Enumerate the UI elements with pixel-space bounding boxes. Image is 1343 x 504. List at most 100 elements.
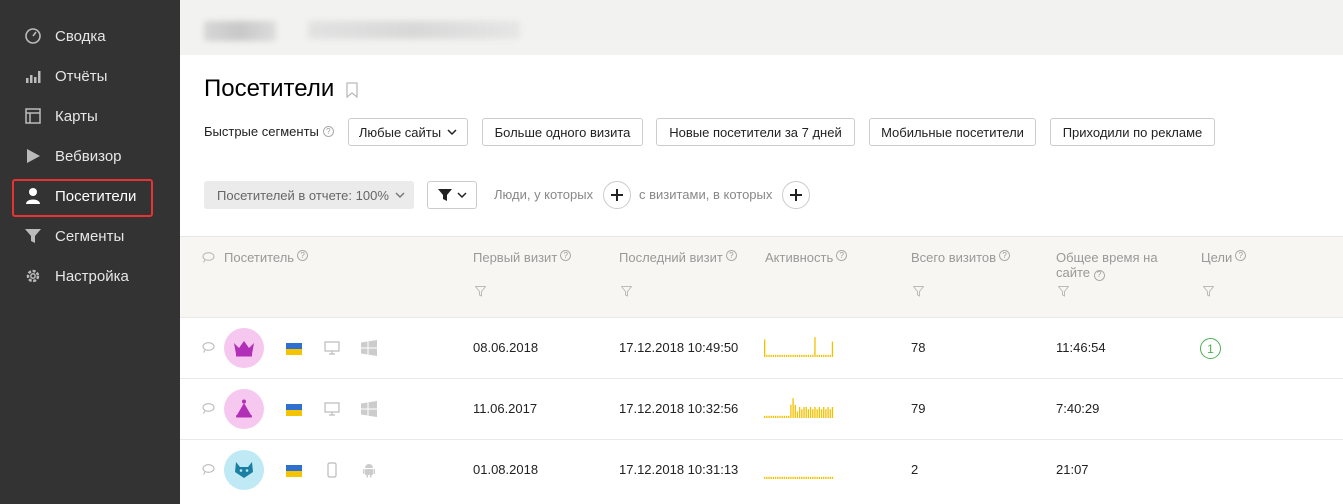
column-header-activity[interactable]: Активность ?	[765, 250, 848, 265]
page-title: Посетители	[204, 75, 335, 102]
activity-bar	[805, 354, 807, 357]
add-people-condition-button[interactable]	[603, 181, 631, 209]
activity-bar	[812, 354, 814, 357]
total-time-cell: 21:07	[1056, 462, 1089, 477]
help-icon[interactable]: ?	[1093, 269, 1105, 281]
sidebar-item-label: Карты	[55, 107, 98, 125]
filter-type-dropdown[interactable]	[427, 181, 477, 209]
flag-ukraine-icon	[286, 343, 302, 355]
activity-bar	[794, 354, 796, 357]
first-visit-cell: 01.08.2018	[473, 462, 539, 477]
sidebar-item-segments[interactable]: Сегменты	[0, 220, 180, 252]
column-header-last-visit[interactable]: Последний визит ?	[619, 250, 737, 265]
activity-bar	[781, 415, 783, 418]
activity-bar	[816, 354, 818, 357]
activity-bar	[827, 476, 829, 479]
plus-icon	[611, 189, 623, 201]
activity-bar	[801, 354, 803, 357]
help-icon[interactable]: ?	[560, 250, 572, 261]
segment-button-label: Мобильные посетители	[881, 124, 1024, 140]
column-header-visitor[interactable]: Посетитель ?	[202, 250, 309, 265]
activity-sparkline	[764, 476, 834, 479]
sample-size-dropdown[interactable]: Посетителей в отчете: 100%	[204, 181, 414, 209]
comment-icon[interactable]	[202, 464, 215, 475]
last-visit-cell: 17.12.2018 10:49:50	[619, 340, 739, 355]
activity-bar	[825, 354, 827, 357]
funnel-icon	[24, 227, 42, 245]
avatar[interactable]	[224, 328, 264, 368]
activity-bar	[831, 407, 834, 418]
activity-bar	[770, 415, 772, 418]
activity-bar	[814, 337, 816, 357]
activity-bar	[796, 476, 799, 479]
column-header-total-time[interactable]: Общее время на сайте ?	[1056, 250, 1166, 281]
sidebar-item-maps[interactable]: Карты	[0, 100, 180, 132]
segment-mobile-visitors-button[interactable]: Мобильные посетители	[869, 118, 1036, 146]
segment-button-label: Новые посетители за 7 дней	[669, 124, 842, 140]
activity-bar	[774, 354, 777, 357]
activity-bar	[781, 476, 783, 479]
activity-bar	[818, 476, 820, 479]
filter-icon[interactable]	[1203, 286, 1214, 297]
help-icon[interactable]: ?	[322, 126, 334, 137]
column-header-first-visit[interactable]: Первый визит ?	[473, 250, 572, 265]
chevron-down-icon	[456, 191, 467, 198]
segment-from-ads-button[interactable]: Приходили по рекламе	[1050, 118, 1215, 146]
cat-icon	[235, 462, 253, 478]
table-row[interactable]: 11.06.2017 17.12.2018 10:32:56 79 7:40:2…	[180, 378, 1343, 439]
table-row[interactable]: 08.06.2018 17.12.2018 10:49:50 78 11:46:…	[180, 317, 1343, 378]
activity-bar	[781, 354, 783, 357]
column-header-total-visits[interactable]: Всего визитов ?	[911, 250, 1011, 265]
segment-new-visitors-button[interactable]: Новые посетители за 7 дней	[656, 118, 855, 146]
plus-icon	[790, 189, 802, 201]
gear-icon	[24, 267, 42, 285]
comment-icon[interactable]	[202, 403, 215, 414]
activity-bar	[818, 354, 820, 357]
sidebar-item-webvisor[interactable]: Вебвизор	[0, 140, 180, 172]
segment-more-than-one-visit-button[interactable]: Больше одного визита	[482, 118, 643, 146]
help-icon[interactable]: ?	[999, 250, 1011, 261]
column-header-goals[interactable]: Цели ?	[1201, 250, 1247, 265]
segment-any-sites-dropdown[interactable]: Любые сайты	[348, 118, 468, 146]
bookmark-icon[interactable]	[346, 82, 358, 101]
activity-bar	[792, 354, 794, 357]
column-header-label: Посетитель	[224, 250, 295, 265]
activity-bar	[785, 415, 788, 418]
sidebar-item-reports[interactable]: Отчёты	[0, 60, 180, 92]
avatar[interactable]	[224, 450, 264, 490]
filter-icon[interactable]	[475, 286, 486, 297]
last-visit-cell: 17.12.2018 10:31:13	[619, 462, 739, 477]
add-visits-condition-button[interactable]	[782, 181, 810, 209]
help-icon[interactable]: ?	[297, 250, 309, 261]
filter-icon[interactable]	[621, 286, 632, 297]
avatar[interactable]	[224, 389, 264, 429]
filter-icon[interactable]	[913, 286, 924, 297]
chevron-down-icon	[447, 128, 457, 135]
goals-badge[interactable]: 1	[1200, 338, 1221, 359]
activity-bar	[783, 354, 785, 357]
chevron-down-icon	[395, 191, 405, 198]
sidebar-item-summary[interactable]: Сводка	[0, 20, 180, 52]
help-icon[interactable]: ?	[725, 250, 737, 261]
segment-button-label: Любые сайты	[358, 124, 442, 140]
quick-segments-text: Быстрые сегменты	[204, 124, 319, 139]
table-row[interactable]: 01.08.2018 17.12.2018 10:31:13 2 21:07	[180, 439, 1343, 504]
bar-chart-icon	[24, 67, 42, 85]
activity-bar	[774, 415, 777, 418]
activity-bar	[774, 476, 777, 479]
sidebar-item-settings[interactable]: Настройка	[0, 260, 180, 292]
desktop-icon	[324, 341, 340, 355]
activity-bar	[794, 476, 796, 479]
help-icon[interactable]: ?	[836, 250, 848, 261]
activity-bar	[807, 409, 810, 418]
activity-bar	[792, 398, 794, 418]
filter-icon[interactable]	[1058, 286, 1069, 297]
activity-sparkline	[764, 398, 834, 418]
sidebar-item-label: Вебвизор	[55, 147, 122, 165]
activity-bar	[788, 415, 790, 418]
comment-icon[interactable]	[202, 342, 215, 353]
sample-size-label: Посетителей в отчете: 100%	[217, 187, 389, 203]
last-visit-cell: 17.12.2018 10:32:56	[619, 401, 739, 416]
sidebar-item-label: Сводка	[55, 27, 106, 45]
help-icon[interactable]: ?	[1235, 250, 1247, 261]
